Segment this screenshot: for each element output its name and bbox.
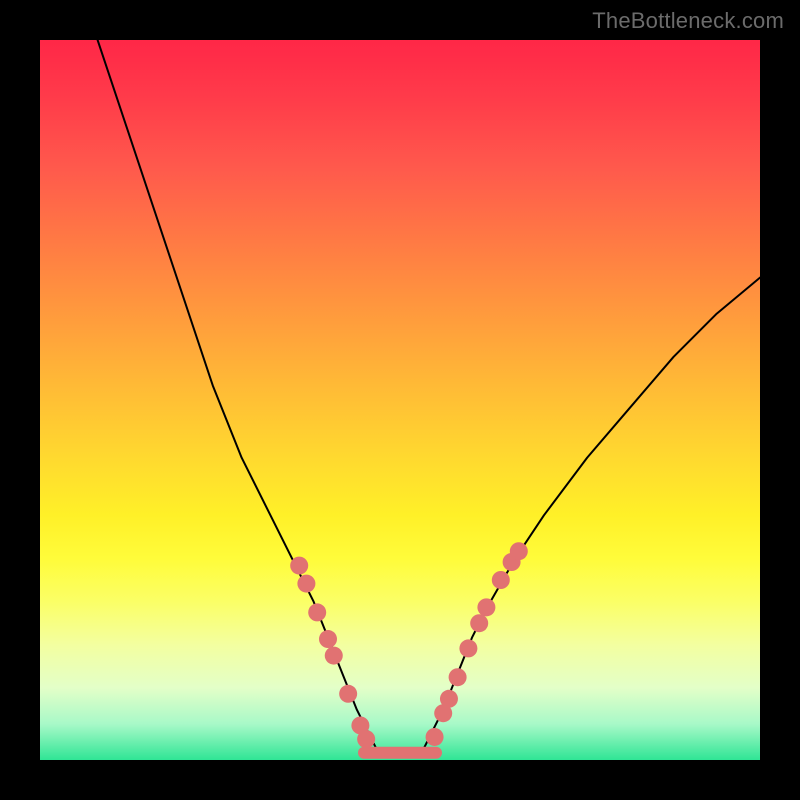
point-dots-left xyxy=(339,685,357,703)
point-dots-left xyxy=(308,603,326,621)
point-dots-left xyxy=(325,647,343,665)
point-dots-right xyxy=(440,690,458,708)
point-dots-right xyxy=(470,614,488,632)
point-dots-left xyxy=(297,575,315,593)
point-dots-left xyxy=(290,557,308,575)
point-dots-right xyxy=(492,571,510,589)
series-curve-left xyxy=(98,40,379,753)
point-dots-right xyxy=(477,598,495,616)
series-curve-right xyxy=(422,278,760,753)
point-dots-right xyxy=(510,542,528,560)
point-dots-right xyxy=(426,728,444,746)
watermark-text: TheBottleneck.com xyxy=(592,8,784,34)
point-dots-left xyxy=(357,730,375,748)
plot-area xyxy=(40,40,760,760)
chart-frame: TheBottleneck.com xyxy=(0,0,800,800)
point-dots-right xyxy=(459,639,477,657)
point-dots-right xyxy=(449,668,467,686)
chart-svg xyxy=(40,40,760,760)
point-dots-left xyxy=(319,630,337,648)
